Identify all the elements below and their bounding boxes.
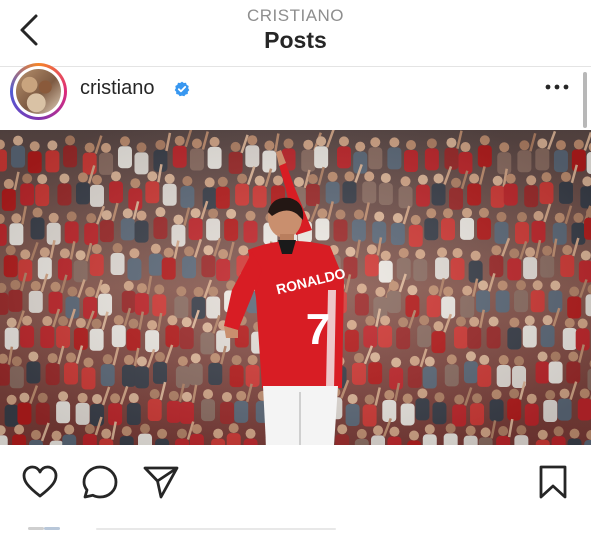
avatar-border	[13, 66, 64, 117]
profile-name-label: CRISTIANO	[0, 6, 591, 26]
like-heart-icon[interactable]	[21, 464, 59, 500]
scrollbar[interactable]	[583, 72, 587, 128]
post-action-bar	[0, 450, 591, 510]
page-title: Posts	[0, 27, 591, 54]
comment-icon[interactable]	[81, 464, 119, 500]
app-header: CRISTIANO Posts	[0, 0, 591, 67]
share-paper-plane-icon[interactable]	[142, 464, 180, 500]
likes-row-peek	[0, 517, 591, 522]
save-bookmark-icon[interactable]	[535, 464, 573, 500]
liked-by-avatars-peek	[0, 525, 591, 530]
avatar[interactable]	[10, 63, 67, 120]
post-photo[interactable]: RONALDO 7	[0, 130, 591, 445]
more-options-icon[interactable]	[544, 77, 570, 97]
photo-illustration: RONALDO 7	[0, 130, 591, 445]
verified-badge-icon	[174, 81, 190, 97]
avatar-image	[16, 69, 61, 114]
post-header: cristiano	[0, 67, 591, 130]
jersey-number: 7	[306, 305, 330, 354]
post-username[interactable]: cristiano	[80, 77, 154, 100]
